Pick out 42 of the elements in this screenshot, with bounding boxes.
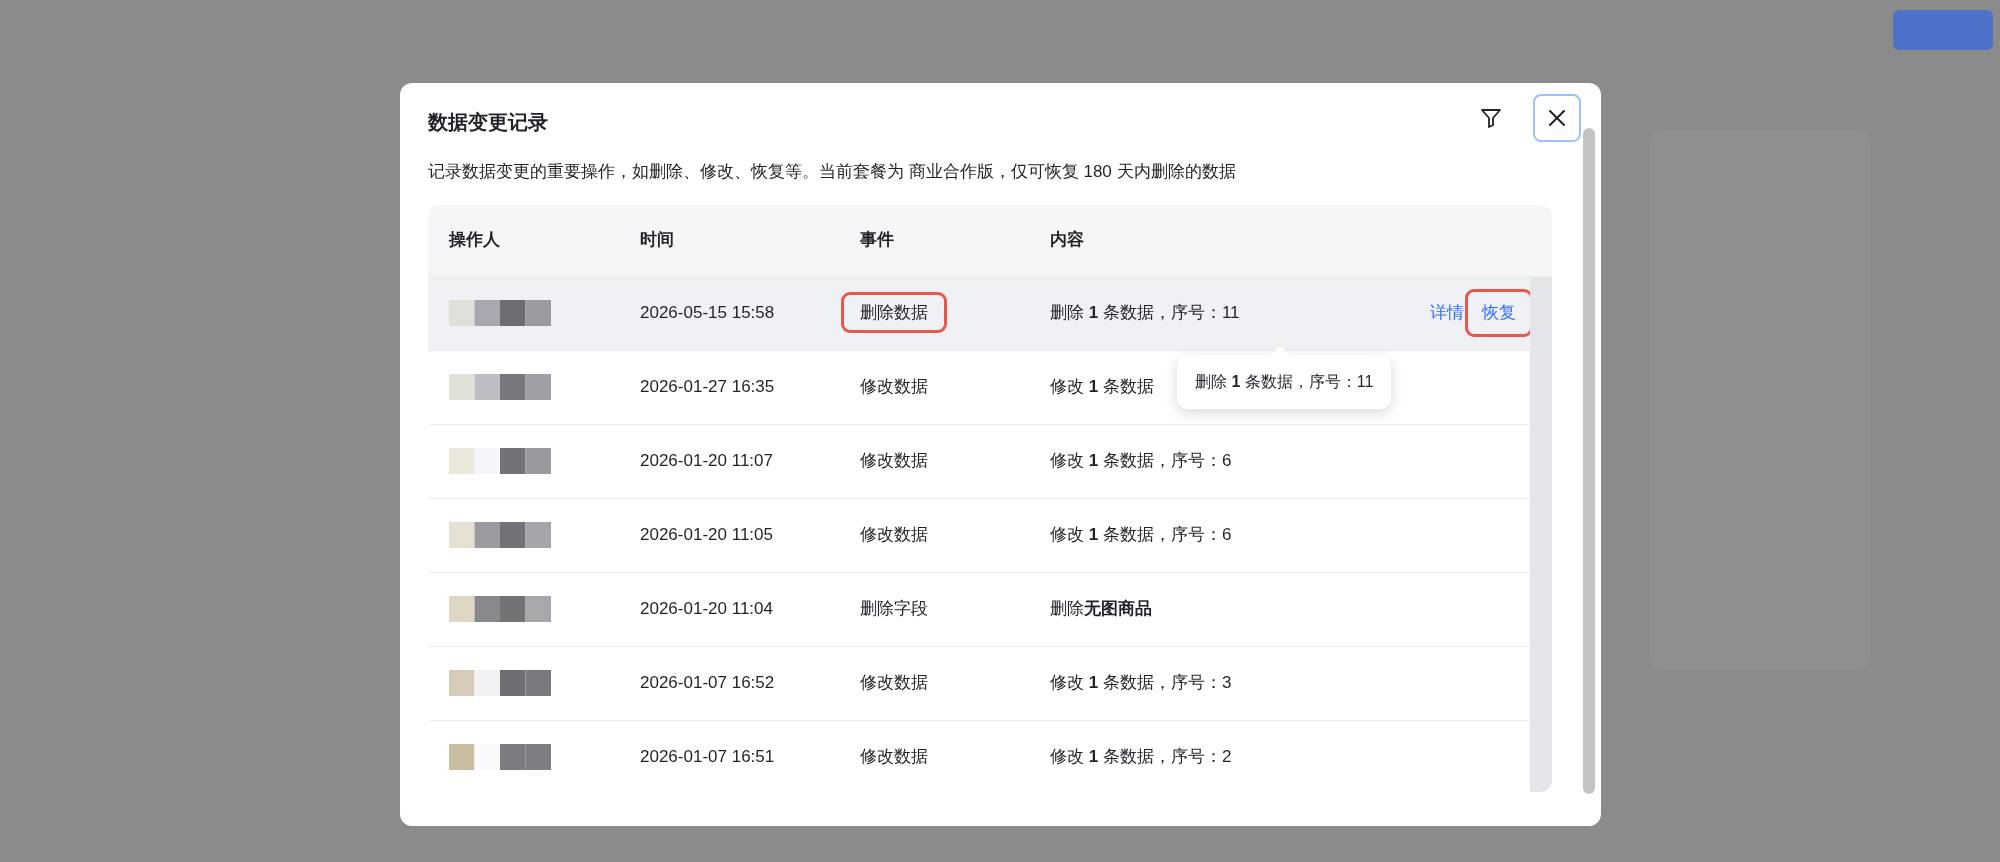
content-text: 修改 1 条数据，序号：3 bbox=[1050, 672, 1232, 695]
table-row[interactable]: 2026-01-07 16:51 修改数据 修改 1 条数据，序号：2 bbox=[428, 720, 1530, 792]
event-text: 修改数据 bbox=[860, 747, 928, 767]
event-text: 删除字段 bbox=[860, 599, 928, 619]
restore-link[interactable]: 恢复 bbox=[1468, 292, 1530, 334]
table-row[interactable]: 2026-01-20 11:04 删除字段 删除无图商品 bbox=[428, 572, 1530, 647]
dialog-title: 数据变更记录 bbox=[428, 110, 549, 135]
table-row[interactable]: 2026-01-20 11:07 修改数据 修改 1 条数据，序号：6 bbox=[428, 424, 1530, 499]
filter-icon bbox=[1480, 107, 1502, 129]
content-text: 修改 1 条数据，序号：6 bbox=[1050, 450, 1232, 473]
time-text: 2026-01-07 16:52 bbox=[640, 673, 775, 693]
tooltip: 删除 1 条数据，序号：11 bbox=[1177, 355, 1392, 409]
time-text: 2026-01-27 16:35 bbox=[640, 377, 775, 397]
table-row[interactable]: 2026-05-15 15:58 删除数据 删除 1 条数据，序号：11 详情 恢复 bbox=[428, 276, 1530, 351]
description-text: 记录数据变更的重要操作，如删除、修改、恢复等。当前套餐为 商业合作版，仅可恢复 180 天内删除的数据 bbox=[428, 161, 1237, 183]
time-text: 2026-01-07 16:51 bbox=[640, 747, 775, 767]
column-header: 内容 bbox=[1050, 230, 1084, 250]
content-text: 修改 1 条数据 bbox=[1050, 376, 1154, 399]
table-row[interactable]: 2026-01-07 16:52 修改数据 修改 1 条数据，序号：3 bbox=[428, 646, 1530, 721]
time-text: 2026-05-15 15:58 bbox=[640, 303, 775, 323]
event-text: 删除数据 bbox=[844, 295, 944, 331]
column-header: 操作人 bbox=[449, 230, 500, 250]
column-header: 时间 bbox=[640, 230, 674, 250]
close-icon bbox=[1547, 108, 1567, 128]
event-text: 修改数据 bbox=[860, 377, 928, 397]
content-text: 删除无图商品 bbox=[1050, 598, 1152, 621]
tooltip-arrow bbox=[1270, 345, 1290, 356]
scrollbar[interactable] bbox=[1583, 128, 1595, 794]
event-text: 修改数据 bbox=[860, 451, 928, 471]
content-text: 删除 1 条数据，序号：11 bbox=[1050, 302, 1240, 325]
event-text: 修改数据 bbox=[860, 525, 928, 545]
column-header: 事件 bbox=[860, 230, 894, 250]
time-text: 2026-01-20 11:07 bbox=[640, 451, 773, 471]
details-link[interactable]: 详情 bbox=[1430, 300, 1464, 326]
event-text: 修改数据 bbox=[860, 673, 928, 693]
time-text: 2026-01-20 11:04 bbox=[640, 599, 773, 619]
time-text: 2026-01-20 11:05 bbox=[640, 525, 773, 545]
close-button[interactable] bbox=[1533, 94, 1581, 142]
content-text: 修改 1 条数据，序号：6 bbox=[1050, 524, 1232, 547]
scroll-track[interactable] bbox=[1530, 276, 1552, 792]
content-text: 修改 1 条数据，序号：2 bbox=[1050, 746, 1232, 769]
table-row[interactable]: 2026-01-20 11:05 修改数据 修改 1 条数据，序号：6 bbox=[428, 498, 1530, 573]
